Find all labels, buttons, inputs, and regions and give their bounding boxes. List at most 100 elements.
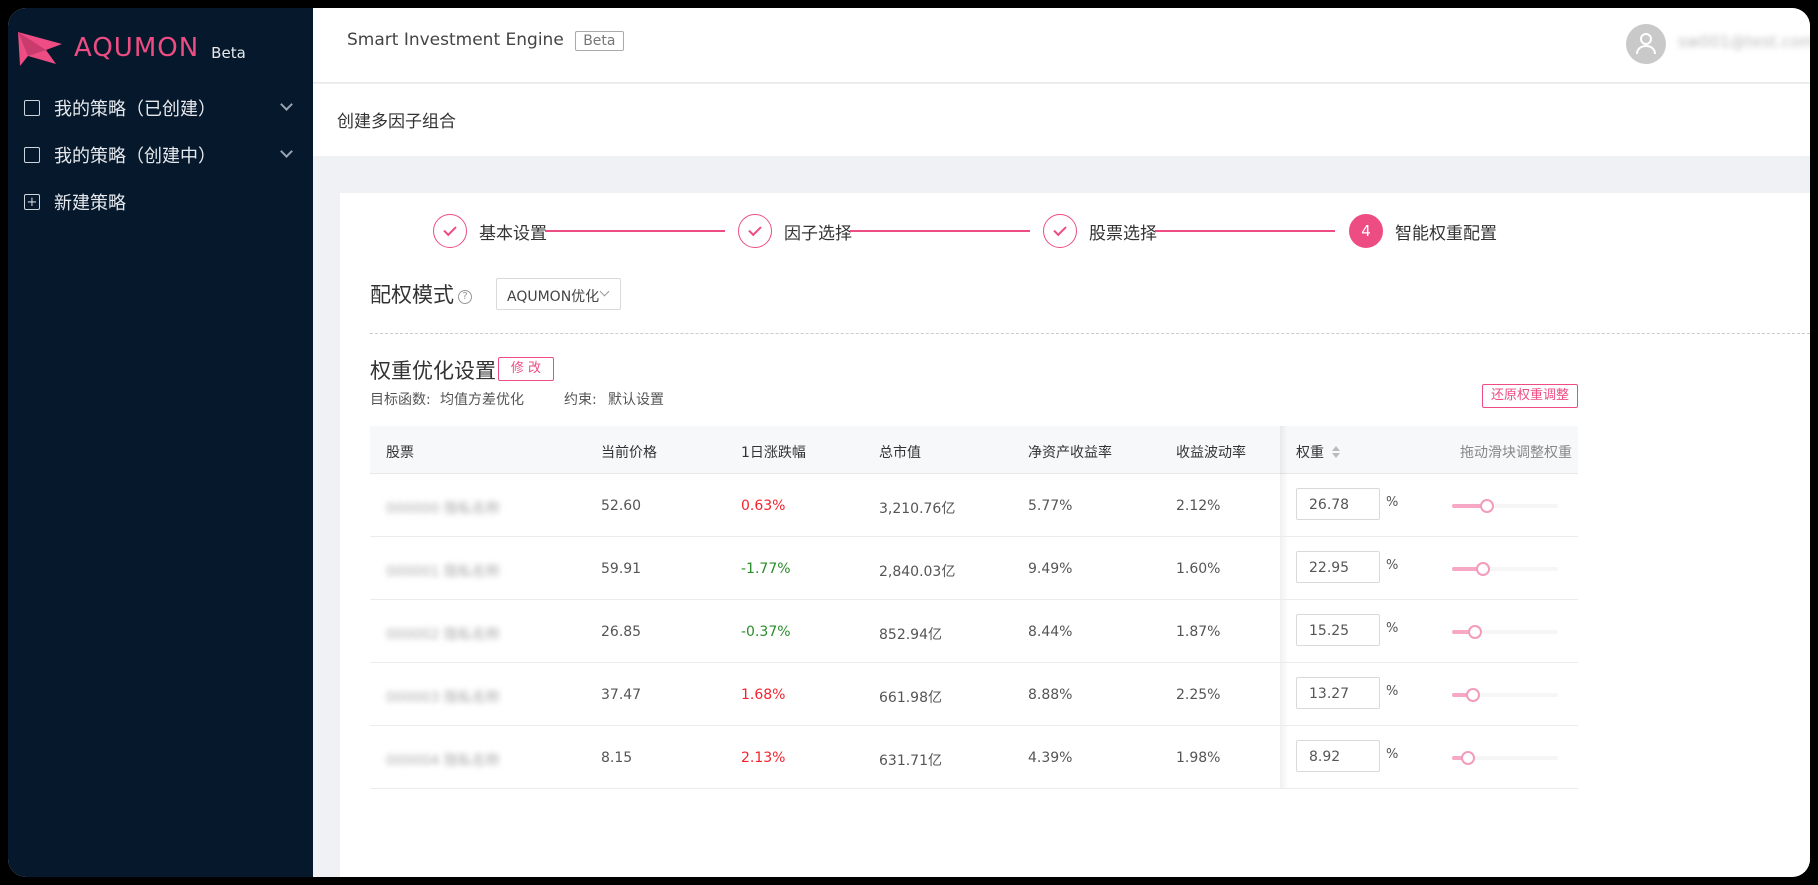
current-price: 8.15 [601, 750, 633, 766]
market-cap: 661.98亿 [879, 690, 942, 706]
chevron-down-icon[interactable] [280, 145, 293, 158]
step-number-icon: 4 [1349, 214, 1383, 248]
weight-input[interactable]: 26.78 [1296, 488, 1380, 520]
weights-table: 股票 当前价格 1日涨跌幅 总市值 净资产收益率 收益波动率 权重 拖动滑块调整… [370, 426, 1578, 789]
weight-input[interactable]: 22.95 [1296, 551, 1380, 583]
user-email[interactable]: sw001@test.com [1678, 32, 1810, 51]
chevron-down-icon[interactable] [280, 98, 293, 111]
volatility: 1.87% [1176, 624, 1221, 640]
column-header-weight[interactable]: 权重 [1296, 442, 1341, 462]
avatar[interactable] [1626, 24, 1666, 64]
weighting-mode-select[interactable]: AQUMON优化 [496, 278, 621, 310]
step-done-icon [1043, 214, 1077, 248]
sidebar-item-my-strategies-created[interactable]: 我的策略（已创建） [8, 86, 313, 130]
percent-sign: % [1386, 747, 1399, 762]
volatility: 1.60% [1176, 561, 1221, 577]
weight-slider[interactable] [1452, 499, 1558, 513]
stock-name[interactable]: 000002 隐私名称 [386, 624, 500, 644]
constraint-label: 约束: [564, 392, 597, 408]
column-header-change: 1日涨跌幅 [741, 445, 806, 461]
step-connector [850, 230, 1030, 232]
weight-input[interactable]: 8.92 [1296, 740, 1380, 772]
sidebar-item-my-strategies-draft[interactable]: 我的策略（创建中） [8, 133, 313, 177]
optimization-title: 权重优化设置 [370, 359, 496, 383]
weight-slider[interactable] [1452, 625, 1558, 639]
sort-icon[interactable] [1332, 445, 1341, 459]
column-header-slider: 拖动滑块调整权重 [1460, 445, 1572, 461]
percent-sign: % [1386, 684, 1399, 699]
column-header-stock: 股票 [386, 445, 414, 461]
plus-square-icon: + [24, 194, 40, 210]
slider-handle[interactable] [1480, 499, 1494, 513]
brand-name: AQUMON [74, 33, 200, 63]
table-row: 000004 隐私名称 8.15 2.13% 631.71亿 4.39% 1.9… [370, 726, 1578, 789]
weight-slider[interactable] [1452, 562, 1558, 576]
percent-sign: % [1386, 558, 1399, 573]
step-connector [545, 230, 725, 232]
stock-name[interactable]: 000004 隐私名称 [386, 750, 500, 770]
stock-name[interactable]: 000000 隐私名称 [386, 498, 500, 518]
step-weight-config[interactable]: 4 智能权重配置 [1349, 211, 1497, 251]
column-header-weight-label: 权重 [1296, 445, 1324, 461]
slider-handle[interactable] [1461, 751, 1475, 765]
app-title-text: Smart Investment Engine [347, 30, 564, 50]
column-header-roe: 净资产收益率 [1028, 445, 1112, 461]
weight-input[interactable]: 15.25 [1296, 614, 1380, 646]
step-basic-settings[interactable]: 基本设置 [433, 211, 547, 251]
restore-weights-button[interactable]: 还原权重调整 [1482, 384, 1578, 408]
objective-label: 目标函数: [370, 392, 431, 408]
volatility: 1.98% [1176, 750, 1221, 766]
volatility: 2.25% [1176, 687, 1221, 703]
weighting-mode-label: 配权模式? [370, 279, 472, 309]
constraint-value: 默认设置 [608, 392, 664, 408]
daily-change: 1.68% [741, 687, 786, 703]
page-title: 创建多因子组合 [337, 112, 456, 132]
step-stock-selection[interactable]: 股票选择 [1043, 211, 1157, 251]
stock-name[interactable]: 000003 隐私名称 [386, 687, 500, 707]
sidebar-item-label: 新建策略 [54, 193, 126, 214]
current-price: 37.47 [601, 687, 642, 703]
current-price: 59.91 [601, 561, 642, 577]
help-icon[interactable]: ? [458, 290, 472, 304]
logo[interactable]: AQUMON Beta [16, 22, 246, 74]
column-header-market-cap: 总市值 [879, 445, 921, 461]
app-title: Smart Investment Engine Beta [347, 30, 624, 51]
market-cap: 3,210.76亿 [879, 501, 956, 517]
stock-name[interactable]: 000001 隐私名称 [386, 561, 500, 581]
edit-icon [24, 147, 40, 163]
slider-handle[interactable] [1476, 562, 1490, 576]
step-label: 因子选择 [784, 223, 852, 244]
sidebar-item-new-strategy[interactable]: + 新建策略 [8, 180, 313, 224]
beta-badge: Beta [575, 31, 624, 51]
edit-button[interactable]: 修 改 [498, 357, 554, 381]
step-label: 基本设置 [479, 223, 547, 244]
objective-value: 均值方差优化 [440, 392, 524, 408]
step-factor-selection[interactable]: 因子选择 [738, 211, 852, 251]
step-label: 智能权重配置 [1395, 223, 1497, 244]
brand-tag: Beta [211, 44, 246, 62]
table-row: 000001 隐私名称 59.91 -1.77% 2,840.03亿 9.49%… [370, 537, 1578, 600]
sidebar-item-label: 我的策略（已创建） [54, 99, 216, 120]
page-header: 创建多因子组合 [313, 84, 1810, 156]
roe: 5.77% [1028, 498, 1073, 514]
divider [370, 333, 1810, 334]
table-row: 000000 隐私名称 52.60 0.63% 3,210.76亿 5.77% … [370, 474, 1578, 537]
roe: 4.39% [1028, 750, 1073, 766]
table-body: 000000 隐私名称 52.60 0.63% 3,210.76亿 5.77% … [370, 474, 1578, 789]
current-price: 52.60 [601, 498, 642, 514]
daily-change: -0.37% [741, 624, 791, 640]
weight-slider[interactable] [1452, 751, 1558, 765]
weight-input[interactable]: 13.27 [1296, 677, 1380, 709]
main-card: 基本设置 因子选择 股票选择 4 智能权重配置 配权模式? AQUMON优化 权… [340, 193, 1810, 877]
market-cap: 631.71亿 [879, 753, 942, 769]
roe: 9.49% [1028, 561, 1073, 577]
sidebar: AQUMON Beta 我的策略（已创建） 我的策略（创建中） + 新建策略 [8, 8, 313, 877]
slider-handle[interactable] [1466, 688, 1480, 702]
table-row: 000002 隐私名称 26.85 -0.37% 852.94亿 8.44% 1… [370, 600, 1578, 663]
market-cap: 852.94亿 [879, 627, 942, 643]
slider-handle[interactable] [1468, 625, 1482, 639]
top-header: Smart Investment Engine Beta sw001@test.… [313, 8, 1810, 83]
weight-slider[interactable] [1452, 688, 1558, 702]
column-header-volatility: 收益波动率 [1176, 445, 1246, 461]
volatility: 2.12% [1176, 498, 1221, 514]
